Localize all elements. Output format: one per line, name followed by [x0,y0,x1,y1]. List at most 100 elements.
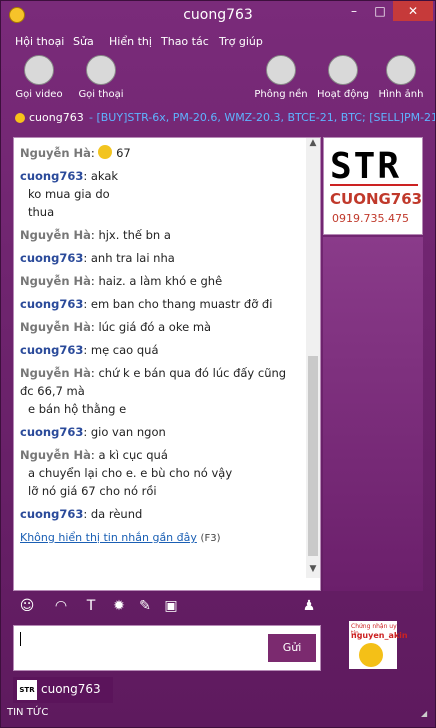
sender-me: cuong763 [20,343,84,357]
message: cuong763: da rèund [20,507,143,521]
badge-name: nguyen_akin [351,631,408,640]
scroll-up-arrow-icon[interactable]: ▲ [306,138,320,152]
close-button[interactable]: ✕ [393,1,433,21]
nudge-icon[interactable]: ✹ [109,598,129,618]
toolbar: Gọi video Gọi thoại Phông nền Hoạt động … [1,53,435,105]
format-toolbar: ☺ ◠ T ✹ ✎ ▣ ♟ [13,597,321,619]
activity-button[interactable]: Hoạt động [315,53,371,100]
photo-button[interactable]: Hình ảnh [373,53,429,100]
scroll-down-arrow-icon[interactable]: ▼ [306,564,320,578]
smiley-icon [98,145,113,159]
message: Nguyễn Hà: hjx. thế bn a [20,228,171,242]
menu-edit[interactable]: Sửa [73,35,94,48]
sender-me: cuong763 [20,169,84,183]
photo-label: Hình ảnh [378,89,424,100]
message: Nguyễn Hà: a kì cục quá [20,448,168,462]
activity-icon [328,55,358,85]
message: Nguyễn Hà: lúc giá đó a oke mà [20,320,212,334]
avatar-divider [330,184,418,186]
maximize-button[interactable]: □ [367,1,393,21]
minimize-button[interactable]: – [341,1,367,21]
message-text: mẹ cao quá [90,343,159,357]
video-call-label: Gọi video [15,89,63,100]
message: Nguyễn Hà: 67 [20,145,131,160]
avatar-phone: 0919.735.475 [332,212,409,225]
sender-me: cuong763 [20,507,84,521]
status-message[interactable]: - [BUY]STR-6x, PM-20.6, WMZ-20.3, BTCE-2… [89,111,435,124]
microphone-icon [86,55,116,85]
activity-label: Hoạt động [316,89,370,100]
hide-recent-link[interactable]: Không hiển thị tin nhắn gần đây [20,531,197,544]
news-link[interactable]: TIN TỨC [7,707,48,718]
sender-peer: Nguyễn Hà [20,146,91,160]
side-panel [323,237,423,591]
background-icon [266,55,296,85]
webcam-icon [24,55,54,85]
menu-conversation[interactable]: Hội thoại [15,35,64,48]
lips-icon[interactable]: ◠ [51,598,71,618]
sender-peer: Nguyễn Hà [20,320,91,334]
message-text: haiz. a làm khó e ghê [98,274,223,288]
smiley-face-icon [359,643,383,667]
message: cuong763: gio van ngon [20,425,166,439]
trust-badge[interactable]: Chứng nhận uy tín nguyen_akin [349,621,408,669]
send-button[interactable]: Gửi [268,634,316,662]
tab-cuong763[interactable]: STR cuong763 [13,677,113,703]
contact-status: cuong763 - [BUY]STR-6x, PM-20.6, WMZ-20.… [1,109,435,127]
voice-call-button[interactable]: Gọi thoại [73,53,129,100]
status-dot-icon [15,113,25,123]
message: cuong763: mẹ cao quá [20,343,159,357]
avatar-display[interactable]: STR CUONG763 0919.735.475 [323,137,423,235]
text-cursor [20,632,21,646]
message: Nguyễn Hà: haiz. a làm khó e ghê [20,274,223,288]
message-text: gio van ngon [90,425,166,439]
contact-name: cuong763 [29,111,84,124]
tab-label: cuong763 [41,682,101,696]
message-continued: e bán hộ thằng e [28,402,127,416]
video-call-button[interactable]: Gọi video [11,53,67,100]
sender-me: cuong763 [20,251,84,265]
message: cuong763: em ban cho thang muastr đỡ đi [20,297,273,311]
message-text: a kì cục quá [98,448,168,462]
attach-icon[interactable]: ✎ [135,598,155,618]
menu-bar: Hội thoại Sửa Hiển thị Thao tác Trợ giúp [1,33,435,51]
contact-icon[interactable]: ♟ [299,598,319,618]
background-button[interactable]: Phông nền [253,53,309,100]
photo-icon [386,55,416,85]
menu-view[interactable]: Hiển thị [109,35,152,48]
message-input[interactable]: Gửi [13,625,321,671]
message-text: da rèund [90,507,143,521]
avatar-logo-text: STR [330,146,402,187]
message: Nguyễn Hà: chứ k e bán qua đó lúc đấy cũ… [20,366,287,398]
resize-grip-icon[interactable]: ◢ [421,709,431,719]
sender-peer: Nguyễn Hà [20,366,91,380]
screenshot-icon[interactable]: ▣ [161,598,181,618]
background-label: Phông nền [254,89,308,100]
conversation-tabs: STR cuong763 [1,677,435,707]
message-continued: a chuyển lại cho e. e bù cho nó vậy [28,466,233,480]
avatar-name: CUONG763 [330,190,423,208]
message-text: anh tra lai nha [90,251,175,265]
message-continued: ko mua gia do [28,187,110,201]
scroll-thumb[interactable] [308,356,318,556]
title-bar: cuong763 – □ ✕ [1,1,435,31]
message-continued: thua [28,205,55,219]
chat-scrollbar[interactable]: ▲ ▼ [306,138,320,578]
message-text: 67 [116,146,131,160]
font-icon[interactable]: T [81,598,101,618]
message-text: lúc giá đó a oke mà [98,320,212,334]
menu-actions[interactable]: Thao tác [161,35,209,48]
sender-peer: Nguyễn Hà [20,228,91,242]
message: cuong763: akak [20,169,119,183]
chat-history: Nguyễn Hà: 67 cuong763: akak ko mua gia … [13,137,321,591]
sender-peer: Nguyễn Hà [20,448,91,462]
message: cuong763: anh tra lai nha [20,251,175,265]
emoticon-icon[interactable]: ☺ [17,598,37,618]
menu-help[interactable]: Trợ giúp [219,35,263,48]
sender-peer: Nguyễn Hà [20,274,91,288]
sender-me: cuong763 [20,425,84,439]
message-text: hjx. thế bn a [98,228,171,242]
tab-avatar: STR [17,680,37,700]
sender-me: cuong763 [20,297,84,311]
message-list: Nguyễn Hà: 67 cuong763: akak ko mua gia … [14,138,306,578]
